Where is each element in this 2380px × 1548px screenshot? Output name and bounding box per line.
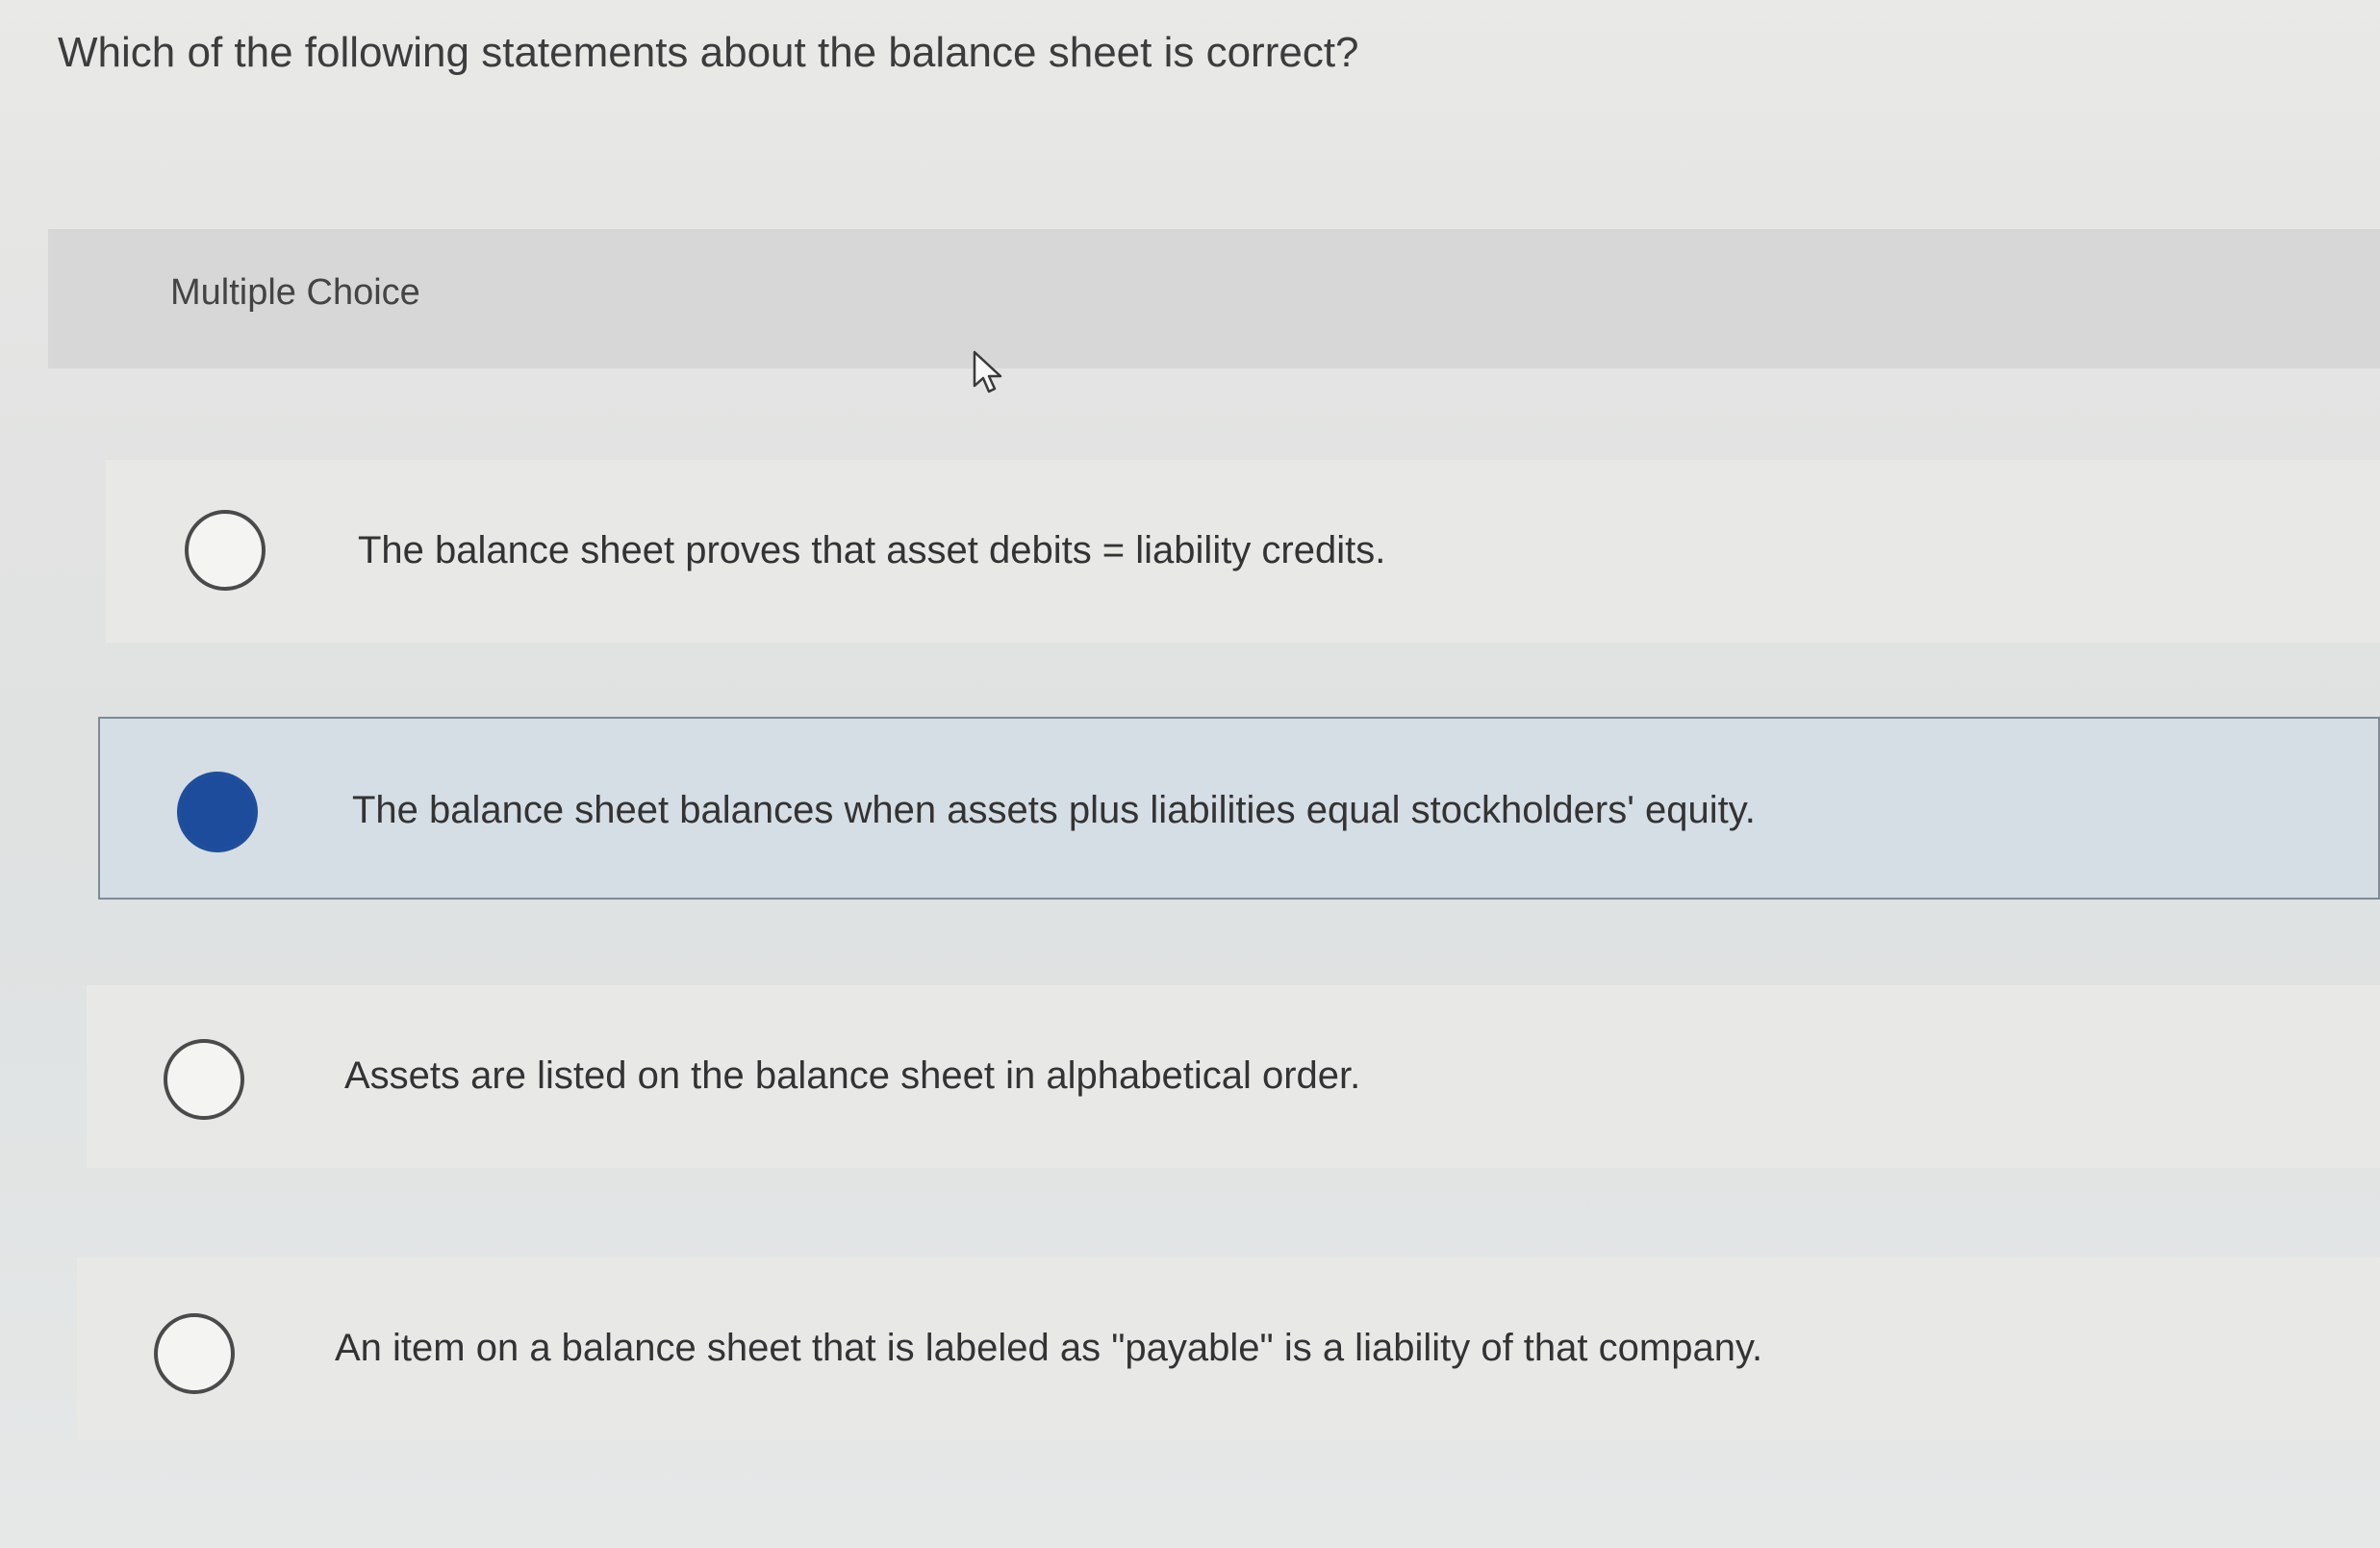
mouse-pointer-icon xyxy=(973,350,1002,393)
multiple-choice-label: Multiple Choice xyxy=(170,272,420,313)
radio-button[interactable] xyxy=(185,510,266,591)
radio-button[interactable] xyxy=(164,1039,244,1120)
answer-option-2[interactable]: The balance sheet balances when assets p… xyxy=(98,717,2380,900)
answer-option-text: The balance sheet proves that asset debi… xyxy=(358,529,1386,571)
radio-button-selected[interactable] xyxy=(177,772,258,852)
answer-option-text: An item on a balance sheet that is label… xyxy=(335,1327,1763,1369)
question-text: Which of the following statements about … xyxy=(58,29,1359,76)
answer-option-4[interactable]: An item on a balance sheet that is label… xyxy=(77,1257,2380,1440)
answer-option-3[interactable]: Assets are listed on the balance sheet i… xyxy=(87,985,2380,1168)
answer-option-text: The balance sheet balances when assets p… xyxy=(352,789,1756,831)
answer-option-text: Assets are listed on the balance sheet i… xyxy=(344,1054,1361,1097)
radio-button[interactable] xyxy=(154,1313,235,1394)
answer-option-1[interactable]: The balance sheet proves that asset debi… xyxy=(106,460,2380,643)
